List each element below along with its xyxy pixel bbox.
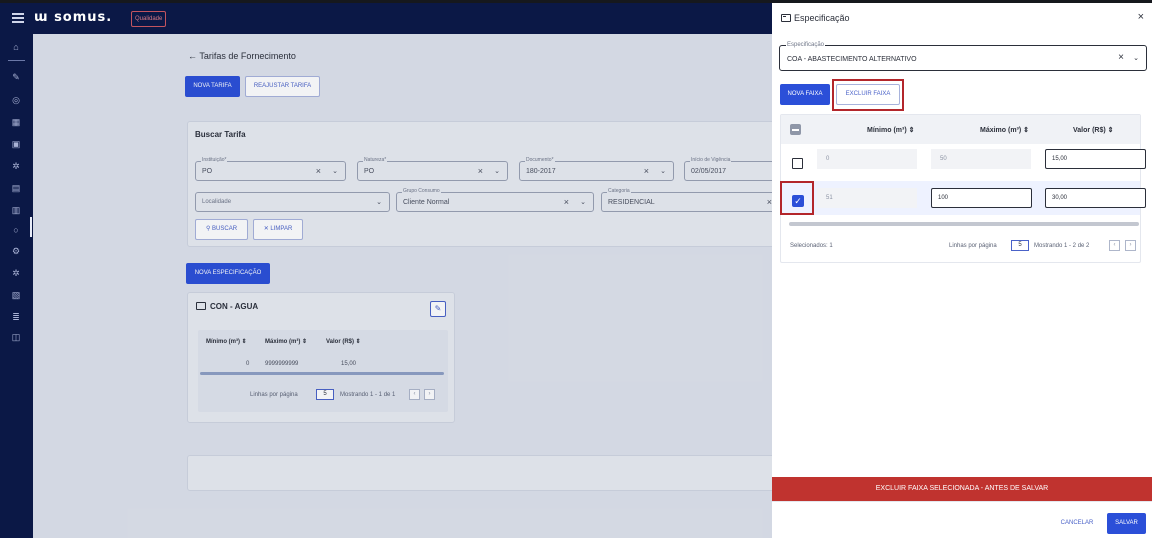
sidebar-active-indicator (30, 217, 32, 237)
specification-drawer: Especificação × Especificação COA - ABAS… (772, 3, 1152, 538)
save-button[interactable]: SALVAR (1107, 513, 1146, 534)
rows-per-page-select[interactable]: 5 (1011, 240, 1029, 251)
loader-icon[interactable]: ○ (11, 226, 21, 235)
close-icon[interactable]: × (1138, 11, 1144, 23)
chevron-left-icon[interactable]: ‹ (1109, 240, 1120, 251)
value-input[interactable]: 30,00 (1045, 188, 1146, 208)
settings-icon[interactable]: ⚙ (11, 247, 21, 256)
tree-icon[interactable]: ✲ (11, 162, 21, 171)
warning-banner: EXCLUIR FAIXA SELECIONADA - ANTES DE SAL… (772, 477, 1152, 501)
new-range-button[interactable]: NOVA FAIXA (780, 84, 830, 105)
table-icon[interactable]: ▤ (11, 184, 21, 193)
horizontal-scrollbar[interactable] (789, 222, 1139, 226)
report-icon[interactable]: ▧ (11, 291, 21, 300)
list-icon[interactable]: ≣ (11, 313, 21, 322)
home-icon[interactable]: ⌂ (11, 43, 21, 52)
selected-count: Selecionados: 1 (790, 243, 833, 249)
delete-range-button[interactable]: EXCLUIR FAIXA (836, 84, 900, 105)
meter-icon[interactable]: ◫ (11, 333, 21, 342)
highlight-frame (780, 181, 814, 215)
max-input[interactable]: 100 (931, 188, 1032, 208)
card-icon[interactable]: ▣ (11, 140, 21, 149)
network-icon[interactable]: ✲ (11, 269, 21, 278)
specification-select[interactable]: Especificação COA - ABASTECIMENTO ALTERN… (779, 41, 1147, 71)
range-label: Mostrando 1 - 2 de 2 (1034, 243, 1090, 249)
tools-icon[interactable]: ✎ (11, 73, 21, 82)
column-header-min[interactable]: Mínimo (m³) ⇕ (867, 126, 914, 134)
document-icon[interactable]: ▥ (11, 206, 21, 215)
column-header-max[interactable]: Máximo (m³) ⇕ (980, 126, 1029, 134)
ranges-table: Mínimo (m³) ⇕ Máximo (m³) ⇕ Valor (R$) ⇕… (780, 114, 1146, 263)
value-input[interactable]: 15,00 (1045, 149, 1146, 169)
min-cell: 0 (817, 149, 917, 169)
chevron-right-icon[interactable]: › (1125, 240, 1136, 251)
sidebar-divider (8, 60, 25, 61)
sidebar: ⌂ ✎ ◎ ▦ ▣ ✲ ▤ ▥ ○ ⚙ ✲ ▧ ≣ ◫ (0, 34, 33, 538)
billing-icon[interactable]: ◎ (11, 96, 21, 105)
row-checkbox[interactable] (792, 158, 803, 169)
cancel-button[interactable]: CANCELAR (1054, 513, 1100, 534)
chevron-down-icon[interactable]: ⌄ (1133, 54, 1139, 62)
logo: ɯ somus. (34, 10, 113, 25)
footer-divider (772, 501, 1152, 502)
clear-icon[interactable]: × (1118, 52, 1124, 63)
max-cell: 50 (931, 149, 1031, 169)
menu-icon[interactable] (12, 13, 24, 23)
table-header: Mínimo (m³) ⇕ Máximo (m³) ⇕ Valor (R$) ⇕ (781, 115, 1140, 144)
environment-badge: Qualidade (131, 11, 167, 27)
modal-backdrop[interactable] (33, 34, 772, 538)
app-root: ɯ somus. Qualidade ⌂ ✎ ◎ ▦ ▣ ✲ ▤ ▥ ○ ⚙ ✲… (0, 0, 1152, 538)
select-all-checkbox[interactable] (790, 124, 801, 135)
min-cell: 51 (817, 188, 917, 208)
column-header-value[interactable]: Valor (R$) ⇕ (1073, 126, 1114, 134)
rows-per-page-label: Linhas por página (949, 243, 997, 249)
card-icon (781, 14, 791, 22)
drawer-title: Especificação (794, 13, 850, 23)
grid-icon[interactable]: ▦ (11, 118, 21, 127)
